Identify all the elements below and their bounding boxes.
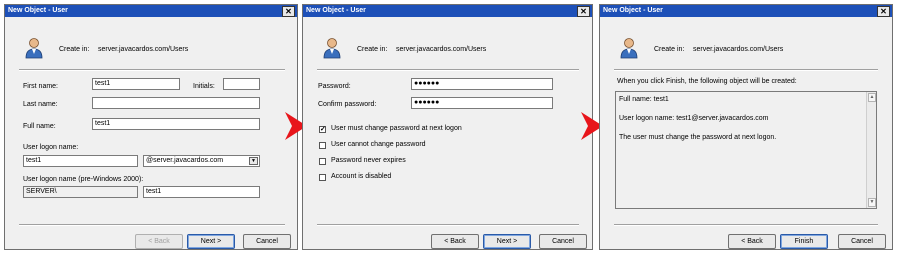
summary-box[interactable]: Full name: test1 User logon name: test1@… <box>615 91 877 209</box>
separator <box>317 69 579 71</box>
separator <box>614 224 878 226</box>
first-name-field[interactable]: test1 <box>92 78 180 90</box>
confirm-password-label: Confirm password: <box>318 101 377 108</box>
domain-value: @server.javacardos.com <box>146 157 224 164</box>
separator <box>317 224 579 226</box>
close-icon[interactable]: ✕ <box>282 6 295 17</box>
dialog-user-password: New Object - User ✕ Create in: server.ja… <box>302 4 593 250</box>
logon-name-field[interactable]: test1 <box>23 155 138 167</box>
summary-line: The user must change the password at nex… <box>619 134 777 141</box>
first-name-label: First name: <box>23 83 59 90</box>
scroll-up-icon[interactable]: ▲ <box>868 93 876 102</box>
summary-line: Full name: test1 <box>619 96 669 103</box>
next-button[interactable]: Next > <box>483 234 531 249</box>
scrollbar[interactable]: ▲ ▼ <box>866 92 876 208</box>
user-icon <box>620 38 638 59</box>
dialog-user-summary: New Object - User ✕ Create in: server.ja… <box>599 4 893 250</box>
user-icon <box>323 38 341 59</box>
close-icon[interactable]: ✕ <box>877 6 890 17</box>
logon-name-label: User logon name: <box>23 144 79 151</box>
initials-label: Initials: <box>193 83 215 90</box>
pre2000-domain-field: SERVER\ <box>23 186 138 198</box>
close-icon[interactable]: ✕ <box>577 6 590 17</box>
back-button[interactable]: < Back <box>728 234 776 249</box>
user-icon <box>25 38 43 59</box>
confirm-password-field[interactable]: ●●●●●● <box>411 97 553 109</box>
checkbox[interactable] <box>319 174 326 181</box>
last-name-label: Last name: <box>23 101 58 108</box>
create-in-path: server.javacardos.com/Users <box>396 46 487 53</box>
cancel-button[interactable]: Cancel <box>243 234 291 249</box>
checkbox[interactable] <box>319 158 326 165</box>
initials-field[interactable] <box>223 78 260 90</box>
full-name-label: Full name: <box>23 123 56 130</box>
back-button[interactable]: < Back <box>431 234 479 249</box>
summary-line: User logon name: test1@server.javacardos… <box>619 115 769 122</box>
checkbox[interactable] <box>319 142 326 149</box>
option-label: User must change password at next logon <box>331 125 462 132</box>
domain-select[interactable]: @server.javacardos.com ▼ <box>143 155 260 167</box>
cancel-button[interactable]: Cancel <box>838 234 886 249</box>
dropdown-arrow-icon[interactable]: ▼ <box>249 157 258 165</box>
create-in-path: server.javacardos.com/Users <box>693 46 784 53</box>
pre2000-label: User logon name (pre-Windows 2000): <box>23 176 144 183</box>
create-in-path: server.javacardos.com/Users <box>98 46 189 53</box>
summary-intro: When you click Finish, the following obj… <box>617 78 797 85</box>
create-in-label: Create in: <box>59 46 90 53</box>
finish-button[interactable]: Finish <box>780 234 828 249</box>
option-label: Password never expires <box>331 157 406 164</box>
password-field[interactable]: ●●●●●● <box>411 78 553 90</box>
dialog-user-name: New Object - User ✕ Create in: server.ja… <box>4 4 298 250</box>
separator <box>19 224 285 226</box>
password-label: Password: <box>318 83 351 90</box>
pre2000-name-field[interactable]: test1 <box>143 186 260 198</box>
last-name-field[interactable] <box>92 97 260 109</box>
back-button[interactable]: < Back <box>135 234 183 249</box>
separator <box>614 69 878 71</box>
create-in-label: Create in: <box>357 46 388 53</box>
title-bar: New Object - User ✕ <box>303 5 592 17</box>
option-label: User cannot change password <box>331 141 426 148</box>
create-in-label: Create in: <box>654 46 685 53</box>
separator <box>19 69 285 71</box>
title-bar: New Object - User ✕ <box>5 5 297 17</box>
full-name-field[interactable]: test1 <box>92 118 260 130</box>
scroll-down-icon[interactable]: ▼ <box>868 198 876 207</box>
check-icon[interactable]: ✓ <box>319 126 326 133</box>
title-bar: New Object - User ✕ <box>600 5 892 17</box>
dialog-title: New Object - User <box>306 7 366 14</box>
dialog-title: New Object - User <box>603 7 663 14</box>
dialog-title: New Object - User <box>8 7 68 14</box>
cancel-button[interactable]: Cancel <box>539 234 587 249</box>
option-label: Account is disabled <box>331 173 392 180</box>
next-button[interactable]: Next > <box>187 234 235 249</box>
